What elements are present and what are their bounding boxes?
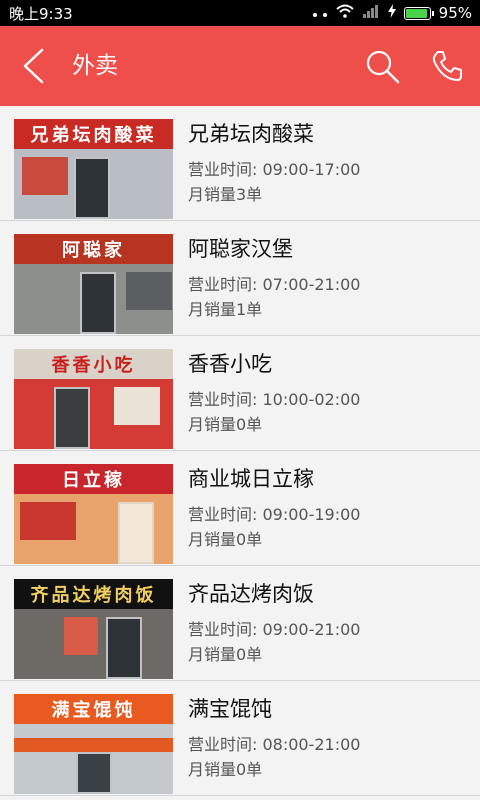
- shop-sign: 兄弟坛肉酸菜: [14, 119, 173, 149]
- shop-row[interactable]: 齐品达烤肉饭 齐品达烤肉饭 营业时间: 09:00-21:00 月销量0单: [0, 566, 480, 681]
- shop-monthly-sales: 月销量0单: [188, 645, 263, 664]
- storefront-door: [74, 157, 110, 219]
- shop-name: 阿聪家汉堡: [188, 237, 293, 261]
- shop-sign: 香香小吃: [14, 349, 173, 379]
- phone-icon: [432, 51, 462, 81]
- shop-hours: 营业时间: 08:00-21:00: [188, 735, 361, 754]
- shop-thumbnail: 齐品达烤肉饭: [14, 579, 173, 679]
- shop-thumbnail: 兄弟坛肉酸菜: [14, 119, 173, 219]
- page-title: 外卖: [72, 53, 118, 79]
- signal-icon: [362, 4, 380, 22]
- back-arrow-icon: [23, 48, 44, 84]
- counter: [118, 502, 154, 564]
- shop-list: 兄弟坛肉酸菜 兄弟坛肉酸菜 营业时间: 09:00-17:00 月销量3单 阿聪…: [0, 106, 480, 796]
- shop-row[interactable]: 兄弟坛肉酸菜 兄弟坛肉酸菜 营业时间: 09:00-17:00 月销量3单: [0, 106, 480, 221]
- shop-sign: 日立稼: [14, 464, 173, 494]
- shop-name: 商业城日立稼: [188, 467, 314, 491]
- shop-sign: 齐品达烤肉饭: [14, 579, 173, 609]
- shop-row[interactable]: 香香小吃 香香小吃 营业时间: 10:00-02:00 月销量0单: [0, 336, 480, 451]
- more-dots-icon: [312, 4, 328, 22]
- storefront-window: [126, 272, 172, 310]
- status-right: 95%: [312, 4, 472, 22]
- shop-row[interactable]: 日立稼 商业城日立稼 营业时间: 09:00-19:00 月销量0单: [0, 451, 480, 566]
- shop-monthly-sales: 月销量0单: [188, 530, 263, 549]
- shop-hours: 营业时间: 10:00-02:00: [188, 390, 361, 409]
- storefront-window: [22, 157, 68, 195]
- shop-hours: 营业时间: 09:00-17:00: [188, 160, 361, 179]
- shop-hours: 营业时间: 09:00-19:00: [188, 505, 361, 524]
- status-bar: 晚上9:33 95%: [0, 0, 480, 26]
- storefront-door: [76, 752, 112, 794]
- search-icon: [366, 50, 400, 84]
- status-icons: [312, 4, 434, 22]
- shop-name: 香香小吃: [188, 352, 272, 376]
- storefront-door: [54, 387, 90, 449]
- menu-board: [20, 502, 76, 540]
- search-button[interactable]: [362, 46, 402, 86]
- storefront-window: [64, 617, 98, 655]
- call-button[interactable]: [426, 46, 468, 86]
- storefront-window: [114, 387, 160, 425]
- awning: [14, 738, 173, 752]
- shop-thumbnail: 日立稼: [14, 464, 173, 564]
- status-time: 晚上9:33: [9, 4, 73, 23]
- shop-hours: 营业时间: 07:00-21:00: [188, 275, 361, 294]
- shop-sign: 满宝馄饨: [14, 694, 173, 724]
- app-header: 外卖: [0, 26, 480, 106]
- charging-icon: [387, 4, 396, 22]
- shop-thumbnail: 香香小吃: [14, 349, 173, 449]
- shop-thumbnail: 满宝馄饨: [14, 694, 173, 794]
- battery-percent: 95%: [438, 4, 472, 22]
- storefront-door: [80, 272, 116, 334]
- shop-sign: 阿聪家: [14, 234, 173, 264]
- shop-name: 齐品达烤肉饭: [188, 582, 314, 606]
- wifi-icon: [335, 4, 354, 22]
- storefront-door: [106, 617, 142, 679]
- shop-hours: 营业时间: 09:00-21:00: [188, 620, 361, 639]
- shop-row[interactable]: 满宝馄饨 满宝馄饨 营业时间: 08:00-21:00 月销量0单: [0, 681, 480, 796]
- battery-icon: [403, 6, 434, 20]
- shop-row[interactable]: 阿聪家 阿聪家汉堡 营业时间: 07:00-21:00 月销量1单: [0, 221, 480, 336]
- shop-monthly-sales: 月销量0单: [188, 415, 263, 434]
- shop-monthly-sales: 月销量0单: [188, 760, 263, 779]
- shop-monthly-sales: 月销量3单: [188, 185, 263, 204]
- shop-thumbnail: 阿聪家: [14, 234, 173, 334]
- back-button[interactable]: [16, 46, 50, 86]
- battery-fill: [405, 8, 428, 18]
- shop-monthly-sales: 月销量1单: [188, 300, 263, 319]
- shop-name: 满宝馄饨: [188, 697, 272, 721]
- shop-name: 兄弟坛肉酸菜: [188, 122, 314, 146]
